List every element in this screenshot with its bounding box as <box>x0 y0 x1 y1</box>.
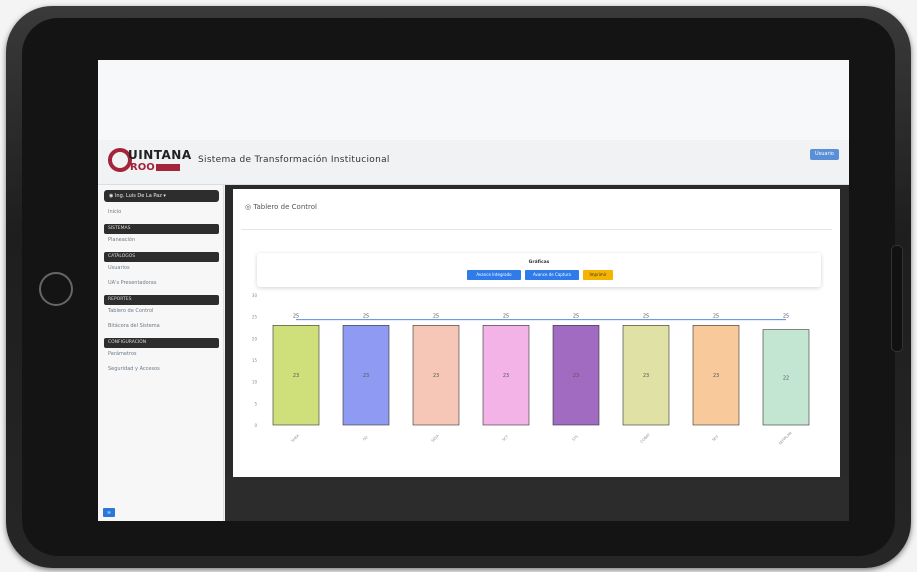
page-title: ◎ Tablero de Control <box>245 203 317 211</box>
sidebar-item-inicio[interactable]: Inicio <box>108 209 121 215</box>
y-tick-label: 15 <box>252 358 258 363</box>
sidebar-section-configuracion: CONFIGURACIÓN <box>104 338 219 348</box>
logo-tagline-bar <box>156 164 180 171</box>
line-point-label: 25 <box>433 314 439 320</box>
power-icon[interactable] <box>39 272 73 306</box>
sidebar: ◉ Ing. Luis De La Paz ▾ Inicio SISTEMAS Pl… <box>98 185 224 521</box>
dashboard-panel: ◎ Tablero de Control Gráficas Avance Int… <box>233 189 840 477</box>
sidebar-item-seguridad-y-accesos[interactable]: Seguridad y Accesos <box>108 366 160 372</box>
bar-chart: 0 5 10 15 20 25 30 23 25 SHEA 23 25 SQ 23 25 SESA 23 25 SC… <box>252 293 810 446</box>
bar-value-label: 23 <box>433 373 439 379</box>
page-title-text: Tablero de Control <box>253 203 317 211</box>
bar-value-label: 23 <box>713 373 719 379</box>
print-button[interactable]: Imprimir <box>583 270 613 280</box>
footer-area <box>225 477 849 521</box>
x-tick-label: STS <box>572 434 580 442</box>
bar-value-label: 23 <box>363 373 369 379</box>
profile-name: Ing. Luis De La Paz <box>114 193 162 199</box>
line-point-label: 25 <box>363 314 369 320</box>
sidebar-section-catalogos: CATÁLOGOS <box>104 252 219 262</box>
divider <box>241 229 832 230</box>
y-tick-label: 30 <box>252 293 258 298</box>
sidebar-item-usuarios[interactable]: Usuarios <box>108 265 130 271</box>
x-tick-label: SESA <box>431 433 441 443</box>
x-tick-label: SCT <box>501 434 509 442</box>
line-point-label: 25 <box>573 314 579 320</box>
x-tick-label: SQ <box>362 435 369 442</box>
tablet-side-button <box>891 245 903 352</box>
app-header: UINTANA ROO Sistema de Transformación In… <box>98 140 849 185</box>
sidebar-item-planeacio-n[interactable]: Planeación <box>108 237 135 243</box>
profile-dropdown[interactable]: ◉ Ing. Luis De La Paz ▾ <box>104 190 219 202</box>
user-menu-button[interactable]: Usuario <box>809 149 839 160</box>
bar-value-label: 23 <box>573 373 579 379</box>
sidebar-item-tablero-de-control[interactable]: Tablero de Control <box>108 308 153 314</box>
line-point-label: 25 <box>643 314 649 320</box>
x-tick-label: COBAT <box>640 432 652 444</box>
y-tick-label: 5 <box>254 401 257 406</box>
y-tick-label: 25 <box>252 315 258 320</box>
line-point-label: 25 <box>783 314 789 320</box>
quintana-roo-logo[interactable]: UINTANA ROO <box>108 148 191 176</box>
y-tick-label: 0 <box>254 423 257 428</box>
line-point-label: 25 <box>713 314 719 320</box>
graphs-label: Gráficas <box>528 260 550 265</box>
bar-value-label: 23 <box>503 373 509 379</box>
y-tick-label: 20 <box>252 336 258 341</box>
x-tick-label: SEV <box>711 434 719 442</box>
graphs-toolbar: Gráficas Avance Integrado Avance de Capt… <box>257 253 821 287</box>
browser-top-area <box>98 60 849 140</box>
app-title: Sistema de Transformación Institucional <box>198 155 390 165</box>
bar-value-label: 23 <box>643 373 649 379</box>
sidebar-item-bita-cora-del-sistema[interactable]: Bitácora del Sistema <box>108 323 160 329</box>
app-screen: UINTANA ROO Sistema de Transformación In… <box>98 60 849 521</box>
x-tick-label: SHEA <box>291 433 301 443</box>
avance-captura-button[interactable]: Avance de Captura <box>525 270 579 280</box>
sidebar-item-ua-s-presentadoras[interactable]: UA's Presentadoras <box>108 280 156 286</box>
bar-value-label: 22 <box>783 375 789 381</box>
sidebar-section-sistemas: SISTEMAS <box>104 224 219 234</box>
logo-line1: UINTANA <box>128 148 192 162</box>
main-content: ◎ Tablero de Control Gráficas Avance Int… <box>225 185 849 521</box>
bar-value-label: 23 <box>293 373 299 379</box>
line-point-label: 25 <box>503 314 509 320</box>
chat-icon[interactable]: ✉ <box>103 508 115 517</box>
sidebar-section-reportes: REPORTES <box>104 295 219 305</box>
sidebar-item-para-metros[interactable]: Parámetros <box>108 351 137 357</box>
logo-line2: ROO <box>130 162 155 173</box>
y-tick-label: 10 <box>252 380 258 385</box>
chevron-down-icon: ▾ <box>161 193 166 199</box>
line-point-label: 25 <box>293 314 299 320</box>
avance-integrado-button[interactable]: Avance Integrado <box>467 270 521 280</box>
x-tick-label: SEFIPLAN <box>778 431 793 446</box>
